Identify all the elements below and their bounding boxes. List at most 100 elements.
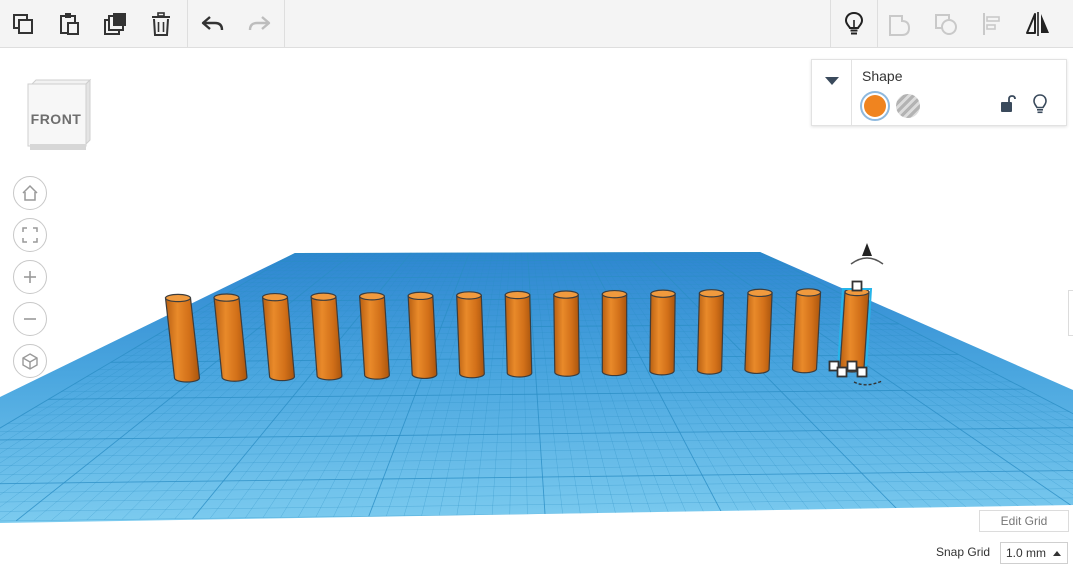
fit-view-button[interactable] [13, 218, 47, 252]
home-view-button[interactable] [13, 176, 47, 210]
duplicate-button[interactable] [92, 0, 138, 47]
snap-grid-select[interactable]: 1.0 mm [1000, 542, 1068, 564]
cylinder-body [649, 293, 676, 376]
cylinder-shape[interactable] [696, 289, 725, 375]
delete-button[interactable] [138, 0, 184, 47]
cylinder-body [553, 293, 580, 377]
align-button[interactable] [969, 0, 1015, 47]
undo-icon [201, 15, 224, 30]
cylinder-body [359, 295, 390, 380]
cylinder-body [744, 292, 773, 374]
perspective-button[interactable] [13, 344, 47, 378]
perspective-icon [22, 353, 38, 370]
view-cube[interactable]: FRONT [22, 78, 94, 154]
mirror-button[interactable] [1015, 0, 1061, 47]
cylinder-top [261, 292, 289, 302]
cylinder-body [696, 292, 725, 375]
cylinder-top [601, 289, 628, 299]
paste-button[interactable] [46, 0, 92, 47]
cylinder-shape[interactable] [744, 288, 773, 374]
cylinder-shape[interactable] [791, 288, 822, 374]
show-hints-button[interactable] [831, 0, 877, 47]
snap-grid-label: Snap Grid [936, 545, 991, 559]
redo-icon [248, 15, 271, 30]
fit-view-icon [22, 227, 38, 243]
cylinder-body [504, 294, 533, 378]
lock-toggle-icon[interactable] [998, 94, 1018, 114]
home-view-icon [22, 184, 38, 201]
group-button[interactable] [877, 0, 923, 47]
shape-panel-title: Shape [862, 68, 903, 84]
chevron-down-icon [824, 77, 839, 85]
cylinder-top [698, 289, 725, 298]
cylinder-top [310, 292, 337, 301]
resize-handle [846, 360, 858, 372]
delete-icon [152, 11, 170, 36]
copy-button[interactable] [0, 0, 46, 47]
cylinder-shape[interactable] [601, 289, 628, 377]
caret-up-icon [1053, 551, 1061, 556]
3d-viewport[interactable]: FRONT Shape Edit Grid Snap Grid 1.0 mm [0, 48, 1073, 572]
shapes-layer [164, 287, 870, 383]
redo-button[interactable] [236, 0, 282, 47]
resize-handle [856, 366, 868, 378]
solid-color-button[interactable] [860, 91, 890, 121]
side-panel-handle[interactable] [1068, 290, 1073, 336]
cylinder-top [213, 293, 240, 302]
cylinder-body [839, 291, 870, 373]
group-icon [889, 14, 911, 36]
shape-tools [831, 0, 1061, 47]
cylinder-top [164, 293, 192, 303]
light-bulb-icon[interactable] [1030, 93, 1050, 115]
rotate-arc-icon [850, 257, 884, 265]
cylinder-top [650, 289, 676, 298]
zoom-in-icon [24, 271, 36, 283]
cylinder-shape[interactable] [504, 290, 533, 378]
cylinder-top [359, 292, 385, 301]
toolbar [0, 0, 1073, 48]
cylinder-top [407, 291, 434, 301]
cylinder-shape[interactable] [456, 291, 485, 379]
snap-grid-value: 1.0 mm [1006, 546, 1047, 560]
align-icon [983, 12, 1000, 35]
copy-icon [13, 13, 33, 34]
resize-handle [851, 280, 863, 292]
lift-arrow-icon [862, 243, 872, 256]
zoom-out-button[interactable] [13, 302, 47, 336]
toolbar-divider [187, 0, 188, 47]
cylinder-body [791, 291, 822, 374]
mirror-icon [1026, 11, 1049, 36]
shape-inspector-panel: Shape [811, 59, 1067, 126]
ungroup-icon [935, 13, 957, 35]
cylinder-shape[interactable] [649, 289, 676, 376]
history-tools [190, 0, 282, 47]
cylinder-top [553, 290, 579, 299]
undo-button[interactable] [190, 0, 236, 47]
view-cube-face-label: FRONT [30, 111, 82, 127]
duplicate-icon [104, 12, 126, 35]
cylinder-body [407, 295, 438, 379]
cylinder-shape[interactable] [407, 291, 438, 379]
cylinder-top [504, 290, 531, 300]
workplane-scene[interactable] [0, 48, 1073, 572]
paste-icon [60, 12, 79, 35]
resize-handle [836, 366, 848, 378]
zoom-in-button[interactable] [13, 260, 47, 294]
toolbar-divider [877, 0, 878, 47]
cylinder-body [601, 293, 628, 377]
ungroup-button[interactable] [923, 0, 969, 47]
cylinder-shape[interactable] [553, 290, 580, 377]
zoom-out-icon [24, 318, 36, 320]
solid-color-swatch [864, 95, 886, 117]
edit-grid-button[interactable]: Edit Grid [979, 510, 1069, 532]
cylinder-shape[interactable] [839, 287, 870, 373]
cylinder-top [795, 288, 822, 297]
hole-button[interactable] [896, 94, 920, 118]
cylinder-shape[interactable] [359, 292, 390, 380]
edit-tools [0, 0, 184, 47]
show-hints-icon [844, 11, 864, 34]
collapse-panel-button[interactable] [812, 60, 852, 126]
cylinder-top [747, 288, 773, 298]
cylinder-body [456, 294, 485, 379]
toolbar-divider [284, 0, 285, 47]
